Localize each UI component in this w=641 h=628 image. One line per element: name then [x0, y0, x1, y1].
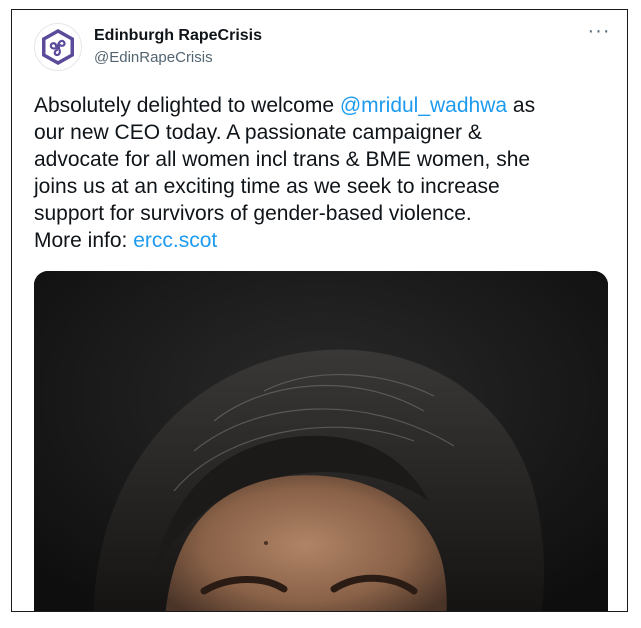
- tweet-text-segment: as: [507, 94, 536, 117]
- triskele-logo-icon: [37, 26, 79, 68]
- tweet-line: our new CEO today. A passionate campaign…: [34, 121, 482, 144]
- tweet-line: More info: ercc.scot: [34, 227, 614, 254]
- more-options-icon[interactable]: ···: [585, 21, 613, 44]
- tweet-text: Absolutely delighted to welcome @mridul_…: [34, 92, 614, 254]
- display-name[interactable]: Edinburgh RapeCrisis: [94, 27, 262, 45]
- mention-link[interactable]: @mridul_wadhwa: [340, 94, 507, 117]
- portrait-photo: [34, 271, 608, 611]
- website-link[interactable]: ercc.scot: [133, 229, 217, 252]
- tweet-header: Edinburgh RapeCrisis @EdinRapeCrisis ···: [12, 10, 627, 90]
- tweet-card: Edinburgh RapeCrisis @EdinRapeCrisis ···…: [11, 9, 628, 612]
- tweet-text-segment: Absolutely delighted to welcome: [34, 94, 340, 117]
- tweet-text-segment: More info:: [34, 229, 134, 252]
- avatar[interactable]: [34, 23, 82, 71]
- tweet-line: support for survivors of gender-based vi…: [34, 202, 472, 225]
- tweet-photo[interactable]: [34, 271, 608, 611]
- tweet-line: advocate for all women incl trans & BME …: [34, 148, 531, 171]
- tweet-line: Absolutely delighted to welcome @mridul_…: [34, 92, 614, 119]
- tweet-line: joins us at an exciting time as we seek …: [34, 175, 500, 198]
- user-handle[interactable]: @EdinRapeCrisis: [94, 49, 213, 66]
